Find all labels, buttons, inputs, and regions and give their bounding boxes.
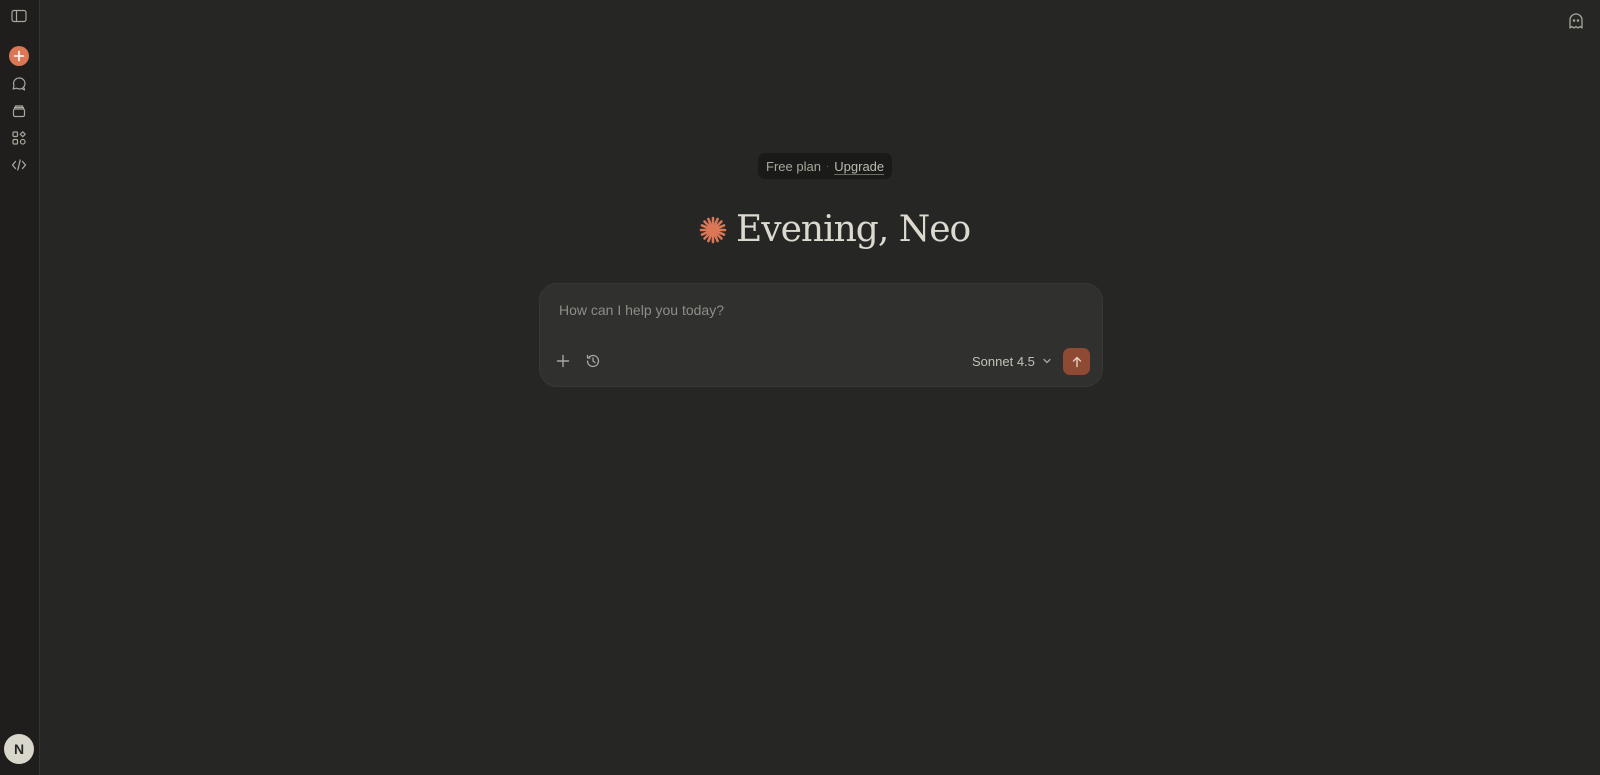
model-name: Sonnet 4.5 <box>972 353 1035 369</box>
plus-icon <box>9 46 29 66</box>
sidebar-toggle-button[interactable] <box>5 4 33 28</box>
chevron-down-icon <box>1043 358 1051 364</box>
sidebar: N <box>0 0 40 775</box>
claude-spark-icon <box>699 216 727 244</box>
message-composer: Sonnet 4.5 <box>539 283 1103 387</box>
plan-label: Free plan <box>766 158 821 174</box>
new-chat-button[interactable] <box>5 44 33 68</box>
greeting-text: Evening, Neo <box>736 209 971 250</box>
arrow-up-icon <box>1072 356 1081 367</box>
sidebar-item-code[interactable] <box>5 153 33 177</box>
plan-banner: Free plan · Upgrade <box>758 153 893 179</box>
clock-history-icon <box>586 354 600 368</box>
greeting: Evening, Neo <box>698 206 971 254</box>
upgrade-link[interactable]: Upgrade <box>834 159 884 174</box>
model-selector[interactable]: Sonnet 4.5 <box>972 348 1053 374</box>
projects-icon <box>12 105 26 118</box>
plus-icon <box>556 354 570 368</box>
message-input[interactable] <box>557 298 1081 322</box>
ghost-icon <box>1569 13 1583 29</box>
plan-separator: · <box>825 160 830 172</box>
send-button[interactable] <box>1063 348 1090 375</box>
history-button[interactable] <box>580 348 606 374</box>
sidebar-item-projects[interactable] <box>5 99 33 123</box>
code-icon <box>11 159 27 171</box>
add-attachment-button[interactable] <box>550 348 576 374</box>
incognito-button[interactable] <box>1563 8 1589 34</box>
sidebar-item-chats[interactable] <box>5 72 33 96</box>
sidebar-toggle-icon <box>11 9 27 23</box>
artifacts-icon <box>12 130 27 145</box>
sidebar-item-artifacts[interactable] <box>5 126 33 150</box>
chats-icon <box>12 77 26 91</box>
app-root: N Free plan · Upgrade Evening, Neo How c… <box>0 0 1600 775</box>
user-avatar[interactable]: N <box>4 734 34 764</box>
